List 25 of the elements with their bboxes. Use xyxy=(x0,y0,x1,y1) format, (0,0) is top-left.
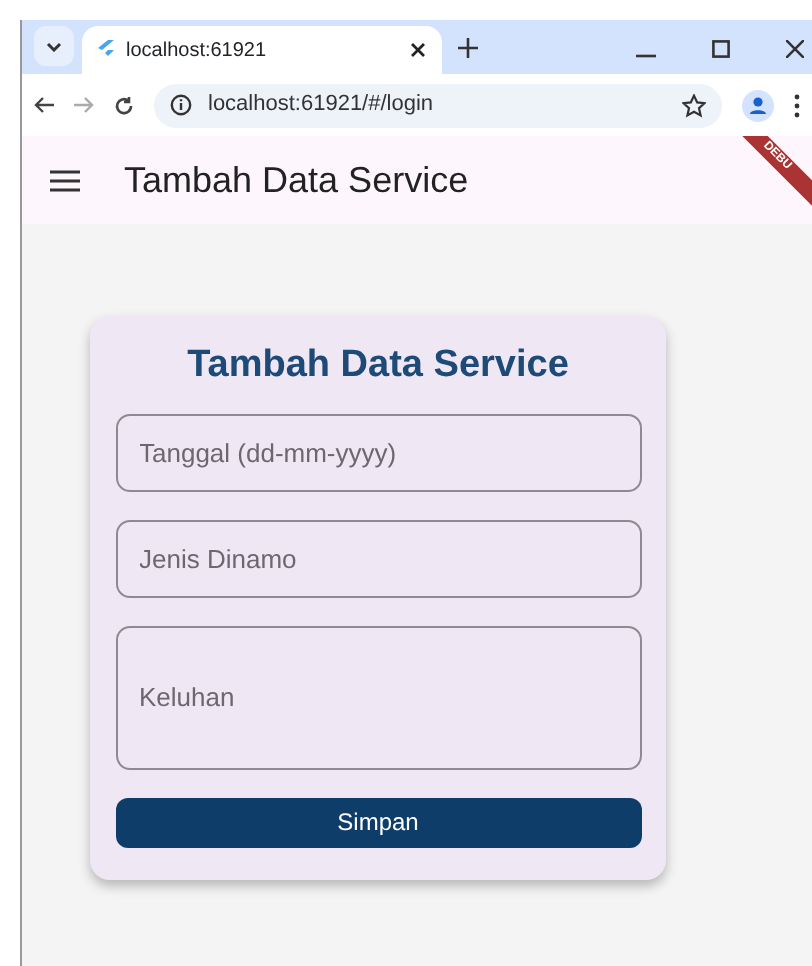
form-title: Tambah Data Service xyxy=(185,344,571,390)
app-bar-title: Tambah Data Service xyxy=(124,157,469,203)
tab-search-button[interactable] xyxy=(34,26,74,66)
flutter-logo-icon xyxy=(98,40,114,60)
text-area[interactable]: Keluhan xyxy=(115,625,641,770)
profile-icon[interactable] xyxy=(742,89,774,121)
back-arrow-icon[interactable] xyxy=(34,96,54,114)
close-icon[interactable] xyxy=(786,40,804,58)
chevron-down-icon xyxy=(46,41,62,51)
close-icon[interactable] xyxy=(410,42,426,58)
save-button[interactable]: Simpan xyxy=(115,797,641,848)
new-tab-icon[interactable] xyxy=(458,38,478,58)
reload-icon[interactable] xyxy=(114,95,134,115)
input-field[interactable]: Tanggal (dd-mm-yyyy) xyxy=(115,413,641,492)
menu-icon[interactable] xyxy=(50,169,80,191)
star-icon[interactable] xyxy=(682,93,706,117)
more-icon[interactable] xyxy=(794,93,800,117)
input-field[interactable]: Jenis Dinamo xyxy=(115,519,641,598)
info-icon xyxy=(170,94,192,116)
tab-title: localhost:61921 xyxy=(126,37,269,65)
url-text: localhost:61921/#/login xyxy=(208,90,436,121)
browser-tab[interactable]: localhost:61921 xyxy=(82,26,442,74)
maximize-icon[interactable] xyxy=(712,40,730,58)
minimize-icon[interactable] xyxy=(636,54,656,58)
address-bar[interactable]: localhost:61921/#/login xyxy=(154,83,722,127)
